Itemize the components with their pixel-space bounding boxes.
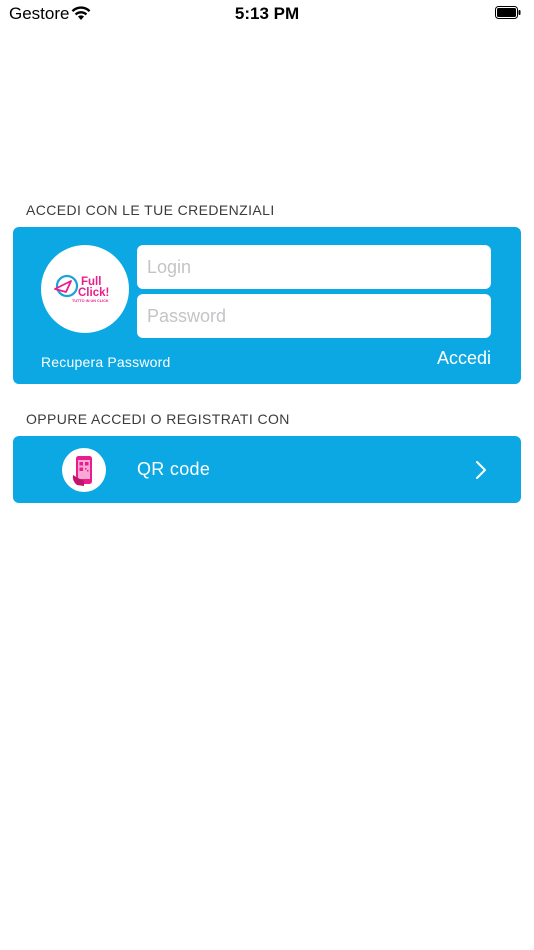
app-logo: Full Click! TUTTO IN UN CLICK — [41, 245, 129, 333]
phone-qr-icon — [72, 456, 92, 486]
fullclick-logo-icon: Full Click! TUTTO IN UN CLICK — [54, 274, 109, 303]
status-bar: Gestore 5:13 PM — [0, 0, 534, 28]
login-button[interactable]: Accedi — [437, 348, 491, 369]
qr-icon-badge — [62, 448, 106, 492]
logo-title-line2: Click! — [78, 287, 109, 299]
login-section-header: ACCEDI CON LE TUE CREDENZIALI — [26, 202, 275, 218]
password-input[interactable] — [137, 294, 491, 338]
login-input[interactable] — [137, 245, 491, 289]
qr-code-login-button[interactable]: QR code — [13, 436, 521, 503]
logo-tagline: TUTTO IN UN CLICK — [72, 299, 109, 303]
chevron-right-icon — [476, 461, 486, 479]
qr-code-label: QR code — [137, 459, 211, 479]
login-card: Full Click! TUTTO IN UN CLICK Recupera P… — [13, 227, 521, 384]
clock: 5:13 PM — [234, 4, 300, 23]
battery-icon — [495, 6, 521, 19]
alt-login-section-header: OPPURE ACCEDI O REGISTRATI CON — [26, 411, 290, 427]
recover-password-link[interactable]: Recupera Password — [41, 354, 170, 370]
